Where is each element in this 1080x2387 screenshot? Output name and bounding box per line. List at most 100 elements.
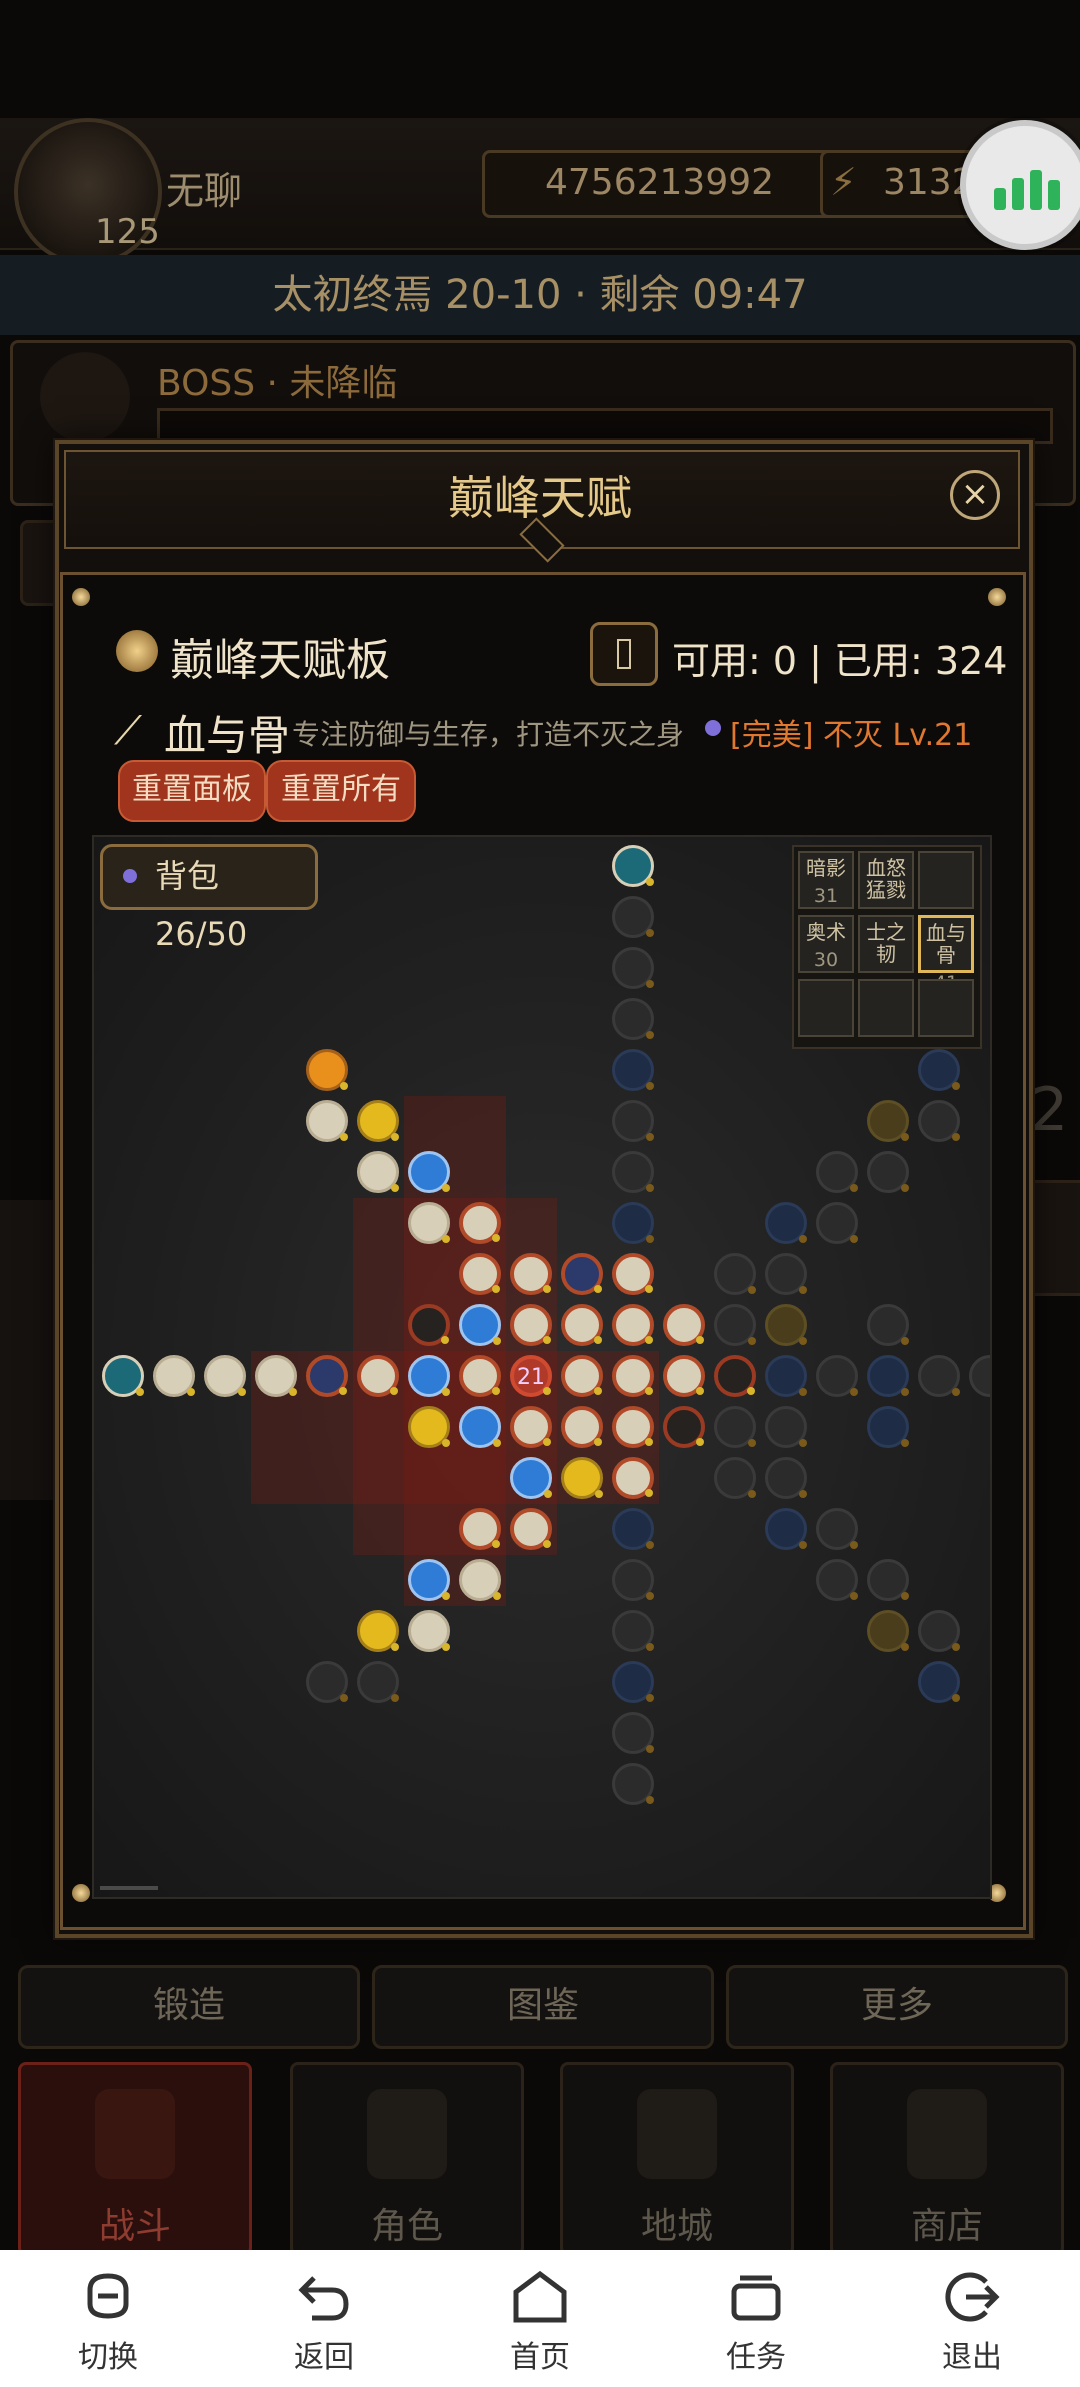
- talent-node[interactable]: [102, 1355, 144, 1397]
- reset-board-button[interactable]: 重置面板: [118, 760, 266, 822]
- talent-node[interactable]: [408, 1355, 450, 1397]
- talent-node[interactable]: [918, 1661, 960, 1703]
- talent-node[interactable]: [612, 1763, 654, 1805]
- talent-node[interactable]: [408, 1559, 450, 1601]
- talent-node[interactable]: [714, 1355, 756, 1397]
- nav-battle[interactable]: 战斗: [18, 2062, 252, 2256]
- talent-node[interactable]: [153, 1355, 195, 1397]
- talent-node[interactable]: [408, 1406, 450, 1448]
- talent-node[interactable]: [765, 1406, 807, 1448]
- talent-node[interactable]: 21: [510, 1355, 552, 1397]
- talent-node[interactable]: [612, 1610, 654, 1652]
- talent-node[interactable]: [867, 1151, 909, 1193]
- switch-button[interactable]: 切换: [48, 2270, 168, 2376]
- talent-node[interactable]: [765, 1457, 807, 1499]
- talent-node[interactable]: [459, 1253, 501, 1295]
- talent-node[interactable]: [612, 1508, 654, 1550]
- codex-button[interactable]: 图鉴: [372, 1965, 714, 2049]
- talent-node[interactable]: [612, 1559, 654, 1601]
- talent-node[interactable]: [867, 1100, 909, 1142]
- board-tab-shadow[interactable]: 暗影 31: [798, 851, 854, 909]
- talent-node[interactable]: [714, 1304, 756, 1346]
- talent-node[interactable]: [612, 1202, 654, 1244]
- talent-node[interactable]: [765, 1253, 807, 1295]
- talent-node[interactable]: [765, 1508, 807, 1550]
- talent-node[interactable]: [765, 1202, 807, 1244]
- talent-node[interactable]: [408, 1151, 450, 1193]
- talent-node[interactable]: [816, 1151, 858, 1193]
- talent-node[interactable]: [612, 1406, 654, 1448]
- talent-node[interactable]: [459, 1508, 501, 1550]
- talent-node[interactable]: [918, 1049, 960, 1091]
- talent-node[interactable]: [612, 1049, 654, 1091]
- talent-node[interactable]: [867, 1559, 909, 1601]
- board-tab-bloodrage[interactable]: 血怒 猛戮: [858, 851, 914, 909]
- talent-node[interactable]: [357, 1100, 399, 1142]
- board-tab-blood-and-bone[interactable]: 血与骨41: [918, 915, 974, 994]
- talent-node[interactable]: [663, 1304, 705, 1346]
- talent-node[interactable]: [561, 1457, 603, 1499]
- talent-node[interactable]: [663, 1355, 705, 1397]
- talent-node[interactable]: [510, 1406, 552, 1448]
- talent-node[interactable]: [357, 1610, 399, 1652]
- talent-node[interactable]: [816, 1355, 858, 1397]
- talent-node[interactable]: [612, 998, 654, 1040]
- home-button[interactable]: 首页: [480, 2270, 600, 2376]
- talent-node[interactable]: [357, 1355, 399, 1397]
- talent-node[interactable]: [612, 1457, 654, 1499]
- talent-node[interactable]: [867, 1610, 909, 1652]
- talent-node[interactable]: [510, 1304, 552, 1346]
- talent-node[interactable]: [306, 1049, 348, 1091]
- talent-node[interactable]: [612, 1151, 654, 1193]
- back-button[interactable]: 返回: [264, 2270, 384, 2376]
- talent-node[interactable]: [357, 1661, 399, 1703]
- talent-node[interactable]: [867, 1406, 909, 1448]
- talent-node[interactable]: [612, 1661, 654, 1703]
- talent-node[interactable]: [459, 1202, 501, 1244]
- talent-node[interactable]: [408, 1202, 450, 1244]
- board-tab-empty[interactable]: [918, 851, 974, 909]
- talent-node[interactable]: [714, 1457, 756, 1499]
- glyph-bag-button[interactable]: 背包 26/50: [100, 844, 318, 953]
- talent-node[interactable]: [561, 1253, 603, 1295]
- board-scrollbar[interactable]: [100, 1886, 158, 1890]
- talent-node[interactable]: [663, 1406, 705, 1448]
- talent-node[interactable]: [459, 1559, 501, 1601]
- talent-node[interactable]: [612, 1253, 654, 1295]
- talent-node[interactable]: [867, 1355, 909, 1397]
- board-tab-arcane[interactable]: 奥术 30: [798, 915, 854, 973]
- talent-node[interactable]: [918, 1610, 960, 1652]
- talent-node[interactable]: [510, 1457, 552, 1499]
- talent-node[interactable]: [306, 1100, 348, 1142]
- exit-button[interactable]: 退出: [912, 2270, 1032, 2376]
- talent-node[interactable]: [204, 1355, 246, 1397]
- talent-node[interactable]: [459, 1355, 501, 1397]
- talent-node[interactable]: [612, 1304, 654, 1346]
- talent-node[interactable]: [765, 1304, 807, 1346]
- talent-node[interactable]: [459, 1304, 501, 1346]
- talent-node[interactable]: [561, 1304, 603, 1346]
- talent-node[interactable]: [765, 1355, 807, 1397]
- nav-shop[interactable]: 商店: [830, 2062, 1064, 2256]
- board-tab-warrior[interactable]: 士之 韧: [858, 915, 914, 973]
- talent-node[interactable]: [561, 1355, 603, 1397]
- board-toggle-button[interactable]: [590, 622, 658, 686]
- talent-node[interactable]: [612, 1100, 654, 1142]
- talent-node[interactable]: [816, 1202, 858, 1244]
- performance-stats-button[interactable]: [960, 120, 1080, 250]
- talent-node[interactable]: [612, 1712, 654, 1754]
- board-tab-empty[interactable]: [858, 979, 914, 1037]
- talent-node[interactable]: [357, 1151, 399, 1193]
- talent-node[interactable]: [714, 1406, 756, 1448]
- talent-node[interactable]: [510, 1253, 552, 1295]
- talent-node[interactable]: [816, 1559, 858, 1601]
- tasks-button[interactable]: 任务: [696, 2270, 816, 2376]
- talent-node[interactable]: [306, 1661, 348, 1703]
- talent-node[interactable]: [561, 1406, 603, 1448]
- talent-node[interactable]: [867, 1304, 909, 1346]
- talent-node[interactable]: [612, 896, 654, 938]
- reset-all-button[interactable]: 重置所有: [266, 760, 416, 822]
- talent-node[interactable]: [714, 1253, 756, 1295]
- talent-node[interactable]: [510, 1508, 552, 1550]
- talent-node[interactable]: [969, 1355, 990, 1397]
